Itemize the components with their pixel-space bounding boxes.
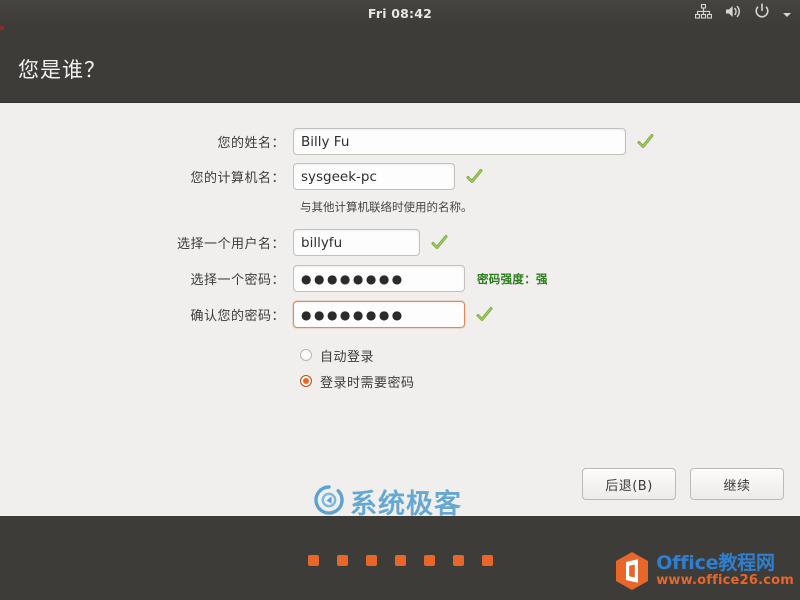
radio-require-password-indicator[interactable] [300,375,312,387]
installer-header: 您是谁？ [0,26,800,103]
system-top-bar: Fri 08:42 [0,0,800,26]
header-accent-mark [0,26,4,30]
row-computer-name-hint: 与其他计算机联络时使用的名称。 [0,196,800,218]
valid-check-icon [636,132,655,151]
radio-option-auto-login[interactable]: 自动登录 [293,346,374,365]
row-confirm-password: 确认您的密码： ●●●●●●●● [0,299,800,330]
radio-auto-login-indicator[interactable] [300,349,312,361]
chevron-down-icon[interactable] [782,4,792,23]
network-icon[interactable] [694,3,713,23]
step-dot [452,555,464,566]
computer-name-label: 您的计算机名： [190,171,285,186]
full-name-field[interactable]: Billy Fu [293,128,626,155]
office-tutorial-watermark: Office教程网 www.office26.com [614,551,794,591]
row-auto-login: 自动登录 [0,343,800,367]
password-label: 选择一个密码： [190,273,285,288]
confirm-password-masked-value: ●●●●●●●● [301,307,405,322]
step-dot [336,555,348,566]
row-full-name: 您的姓名： Billy Fu [0,126,800,157]
power-icon[interactable] [754,3,770,23]
full-name-label: 您的姓名： [217,136,285,151]
password-strength-label: 密码强度：强 [477,271,548,286]
step-dot [365,555,377,566]
office-hexagon-icon [614,551,650,591]
username-field[interactable]: billyfu [293,229,420,256]
step-dot [394,555,406,566]
row-computer-name: 您的计算机名： sysgeek-pc [0,161,800,192]
row-require-password: 登录时需要密码 [0,369,800,393]
radio-option-require-password[interactable]: 登录时需要密码 [293,372,415,391]
radio-auto-login-label: 自动登录 [320,349,375,365]
office-logo-text: Office教程网 www.office26.com [656,552,794,589]
system-tray [694,0,792,26]
row-password: 选择一个密码： ●●●●●●●● 密码强度：强 [0,263,800,294]
action-buttons: 后退(B) 继续 [582,468,784,500]
step-dot [481,555,493,566]
confirm-password-label: 确认您的密码： [190,309,285,324]
page-title: 您是谁？ [18,58,106,82]
back-button[interactable]: 后退(B) [582,468,676,500]
system-clock[interactable]: Fri 08:42 [368,6,432,21]
valid-check-icon [430,233,449,252]
office-logo-line1: Office教程网 [656,552,775,575]
username-label: 选择一个用户名： [176,237,285,252]
password-masked-value: ●●●●●●●● [301,271,405,286]
radio-require-password-label: 登录时需要密码 [320,375,415,391]
computer-name-field[interactable]: sysgeek-pc [293,163,455,190]
valid-check-icon [465,167,484,186]
password-field[interactable]: ●●●●●●●● [293,265,465,292]
step-dot [423,555,435,566]
office-logo-line2: www.office26.com [656,573,794,589]
valid-check-icon [475,305,494,324]
row-username: 选择一个用户名： billyfu [0,227,800,258]
confirm-password-field[interactable]: ●●●●●●●● [293,301,465,328]
step-dot [307,555,319,566]
volume-icon[interactable] [724,4,742,23]
continue-button[interactable]: 继续 [690,468,784,500]
computer-name-hint: 与其他计算机联络时使用的名称。 [300,200,473,214]
installer-content: 您的姓名： Billy Fu 您的计算机名： sysgeek-pc 与其他计算机… [0,104,800,516]
user-setup-form: 您的姓名： Billy Fu 您的计算机名： sysgeek-pc 与其他计算机… [0,126,800,393]
